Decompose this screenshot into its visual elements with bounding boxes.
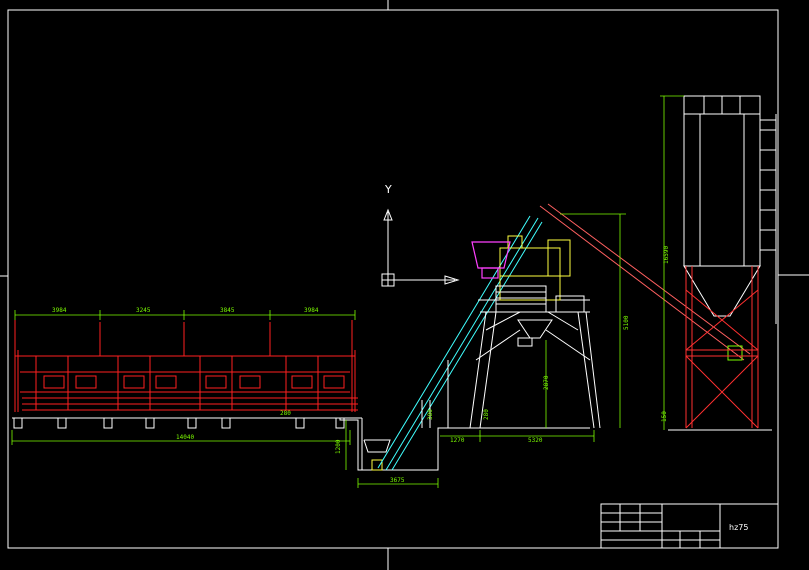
lift-hopper-bucket (371, 459, 383, 471)
weigh-hopper-magenta (471, 241, 511, 279)
dim-discharge-height: 2870 (543, 375, 550, 390)
dim-small-a: 280 (280, 410, 291, 417)
silo-support-legs (685, 266, 759, 429)
dim-small-b: 380 (427, 409, 434, 420)
conveyor-supports (421, 360, 449, 428)
mixer-support-frame (469, 299, 601, 429)
dim-small-d: 150 (661, 411, 668, 422)
dim-pit-depth: 1200 (335, 439, 342, 454)
dim-silo-height: 16590 (663, 246, 670, 264)
conveyor-pit (339, 418, 590, 471)
screw-conveyor (539, 203, 751, 361)
mixer-cabin (495, 285, 585, 313)
dim-bin-1: 3984 (52, 307, 67, 314)
mixer-unit (499, 235, 571, 301)
dim-bin-total: 14040 (176, 434, 194, 441)
title-block (600, 503, 779, 549)
dim-mixer-height: 5100 (623, 315, 630, 330)
aggregate-batcher (14, 320, 358, 412)
dim-belt-offset: 1270 (450, 437, 465, 444)
batcher-legs (12, 417, 362, 429)
drawing-frame (0, 0, 809, 570)
dim-small-c: 280 (483, 409, 490, 420)
title-drawing-name: hz75 (729, 523, 748, 532)
ucs-axis-icon (381, 208, 460, 287)
inclined-belt-conveyor (377, 215, 543, 471)
dim-base-span: 5320 (528, 437, 543, 444)
dim-bin-2: 3245 (136, 307, 151, 314)
cement-silo (668, 95, 777, 431)
cad-drawing-canvas: Y 3984 3245 3845 3984 14040 280 3675 120… (0, 0, 809, 570)
dim-pit-width: 3675 (390, 477, 405, 484)
dim-bin-4: 3984 (304, 307, 319, 314)
dim-bin-3: 3845 (220, 307, 235, 314)
ucs-y-label: Y (384, 183, 392, 196)
